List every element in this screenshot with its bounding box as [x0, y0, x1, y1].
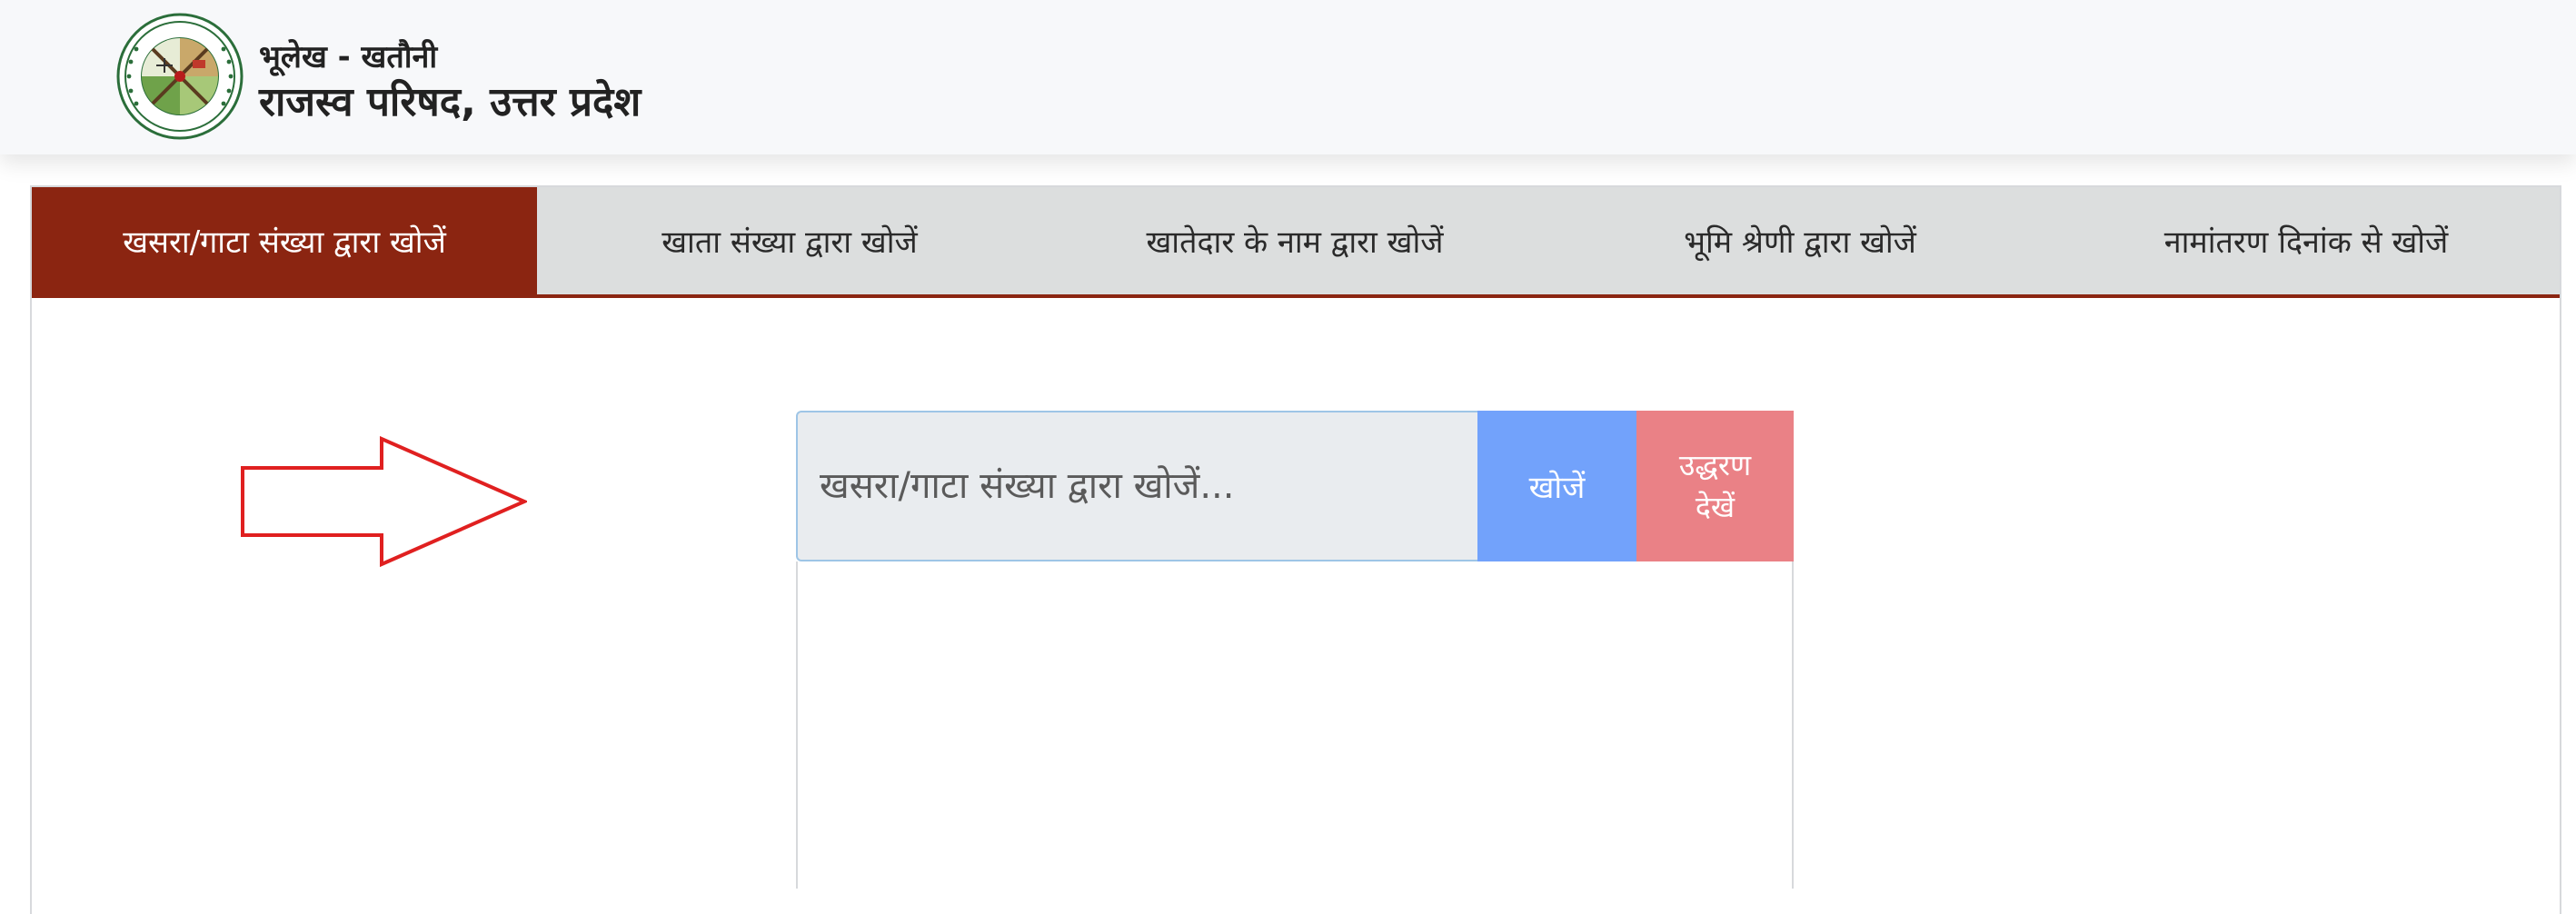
view-extract-label-line1: उद्धरण [1678, 448, 1752, 482]
site-header: भूलेख - खतौनी राजस्व परिषद, उत्तर प्रदेश [0, 0, 2576, 154]
emblem-logo-icon[interactable] [116, 13, 244, 140]
tab-mutation-date-search[interactable]: नामांतरण दिनांक से खोजें [2053, 187, 2560, 294]
search-bar: खोजें उद्धरण देखें [796, 411, 1794, 561]
red-arrow-right-icon [241, 436, 527, 568]
brand-title: राजस्व परिषद, उत्तर प्रदेश [259, 79, 642, 125]
tab-khata-search[interactable]: खाता संख्या द्वारा खोजें [537, 187, 1042, 294]
search-tabs: खसरा/गाटा संख्या द्वारा खोजें खाता संख्य… [32, 187, 2560, 298]
tab-owner-name-search[interactable]: खातेदार के नाम द्वारा खोजें [1042, 187, 1547, 294]
search-button[interactable]: खोजें [1477, 411, 1636, 561]
view-extract-label-line2: देखें [1695, 490, 1736, 524]
view-extract-button[interactable]: उद्धरण देखें [1636, 411, 1794, 561]
brand-subtitle: भूलेख - खतौनी [259, 39, 438, 75]
tab-khasra-search[interactable]: खसरा/गाटा संख्या द्वारा खोजें [32, 187, 537, 294]
khasra-search-input[interactable] [796, 411, 1477, 561]
tab-land-category-search[interactable]: भूमि श्रेणी द्वारा खोजें [1547, 187, 2053, 294]
search-results-area [796, 561, 1794, 889]
